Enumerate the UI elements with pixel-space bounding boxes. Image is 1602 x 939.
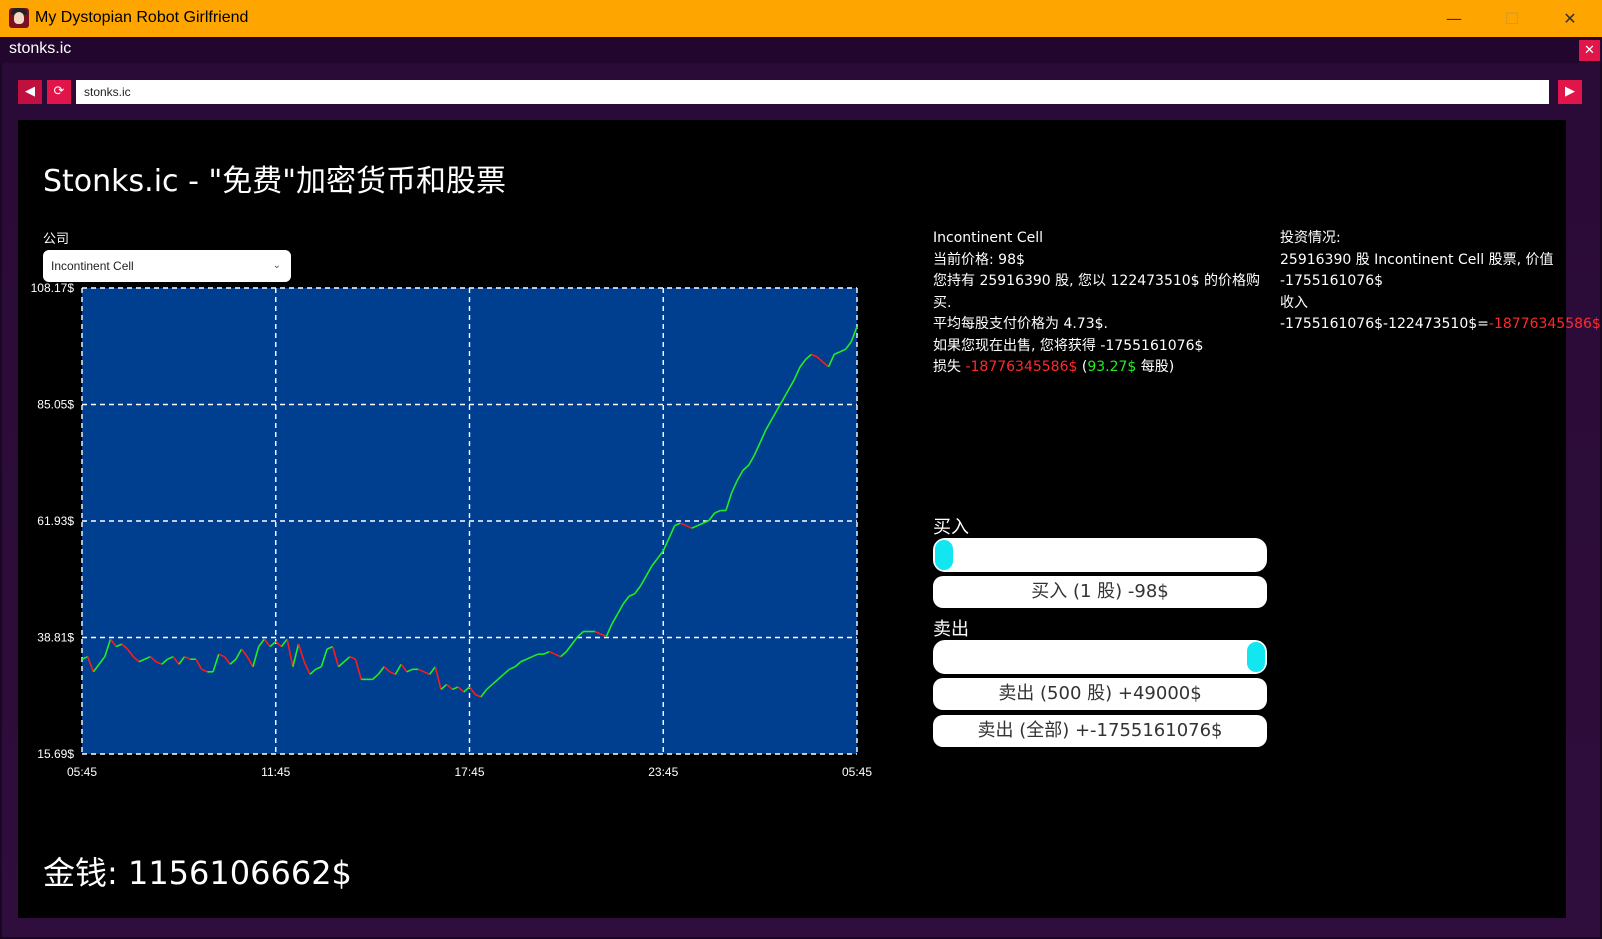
reload-button[interactable]: ⟳ <box>47 80 71 104</box>
buy-label: 买入 <box>933 517 969 538</box>
buy-button[interactable]: 买入 (1 股) -98$ <box>933 576 1267 608</box>
chevron-down-icon: ⌄ <box>272 260 281 271</box>
investment-heading: 投资情况: <box>1280 230 1341 246</box>
y-tick-label: 15.69$ <box>37 747 74 761</box>
x-tick-label: 05:45 <box>67 765 97 779</box>
x-tick-label: 23:45 <box>648 765 678 779</box>
company-select[interactable]: Incontinent Cell ⌄ <box>43 250 291 282</box>
url-input[interactable] <box>76 80 1549 104</box>
app-icon <box>9 8 29 28</box>
minimize-button[interactable]: — <box>1425 0 1483 37</box>
investment-line1: 25916390 股 Incontinent Cell 股票, 价值 -1755… <box>1280 251 1554 290</box>
tab-close-button[interactable]: ✕ <box>1579 40 1600 61</box>
back-button[interactable]: ◀ <box>18 80 42 104</box>
x-tick-label: 17:45 <box>454 765 484 779</box>
stock-avg-price: 平均每股支付价格为 4.73$. <box>933 316 1108 332</box>
maximize-button[interactable]: ☐ <box>1483 0 1541 37</box>
sell-all-button[interactable]: 卖出 (全部) +-1755161076$ <box>933 715 1267 747</box>
window-title: My Dystopian Robot Girlfriend <box>35 9 249 26</box>
sell-quantity-slider[interactable] <box>933 640 1267 674</box>
page-content: Stonks.ic - "免费"加密货币和股票 公司 Incontinent C… <box>18 120 1601 918</box>
company-select-value: Incontinent Cell <box>51 259 134 273</box>
price-chart: 108.17$ 85.05$ 61.93$ 38.81$ 15.69$ 05:45 11:4… <box>31 281 873 779</box>
stock-loss: 损失 -18776345586$ (93.27$ 每股) <box>933 359 1175 375</box>
buy-slider-handle[interactable] <box>935 540 953 570</box>
company-label: 公司 <box>43 232 70 247</box>
stock-holding: 您持有 25916390 股, 您以 122473510$ 的价格购买. <box>933 273 1261 311</box>
close-button[interactable]: ✕ <box>1541 0 1599 37</box>
y-tick-label: 108.17$ <box>31 281 75 295</box>
sell-slider-handle[interactable] <box>1247 642 1265 672</box>
title-bar: My Dystopian Robot Girlfriend — ☐ ✕ <box>0 0 1602 37</box>
tab-title[interactable]: stonks.ic <box>9 40 71 58</box>
investment-info: 投资情况: 25916390 股 Incontinent Cell 股票, 价值… <box>1280 228 1601 336</box>
money-balance: 金钱: 1156106662$ <box>43 854 352 892</box>
go-button[interactable]: ▶ <box>1558 80 1582 104</box>
stock-name: Incontinent Cell <box>933 230 1043 246</box>
buy-quantity-slider[interactable] <box>933 538 1267 572</box>
loss-per-share: 93.27$ <box>1087 359 1137 375</box>
loss-value: -18776345586$ <box>965 359 1078 375</box>
investment-income-value: -18776345586$ <box>1488 316 1601 332</box>
sell-button[interactable]: 卖出 (500 股) +49000$ <box>933 678 1267 710</box>
stock-info: Incontinent Cell 当前价格: 98$ 您持有 25916390 … <box>933 228 1263 379</box>
stock-price: 当前价格: 98$ <box>933 251 1025 268</box>
page-title: Stonks.ic - "免费"加密货币和股票 <box>43 164 507 199</box>
tab-strip: stonks.ic <box>0 37 1602 63</box>
y-tick-label: 38.81$ <box>37 631 74 645</box>
x-tick-label: 05:45 <box>842 765 872 779</box>
investment-line2: 收入 -1755161076$-122473510$=-18776345586$ <box>1280 294 1601 333</box>
x-tick-label: 11:45 <box>261 765 290 779</box>
sell-label: 卖出 <box>933 619 969 640</box>
stock-sell-now: 如果您现在出售, 您将获得 -1755161076$ <box>933 337 1204 354</box>
y-tick-label: 85.05$ <box>37 398 74 412</box>
y-tick-label: 61.93$ <box>37 514 74 528</box>
